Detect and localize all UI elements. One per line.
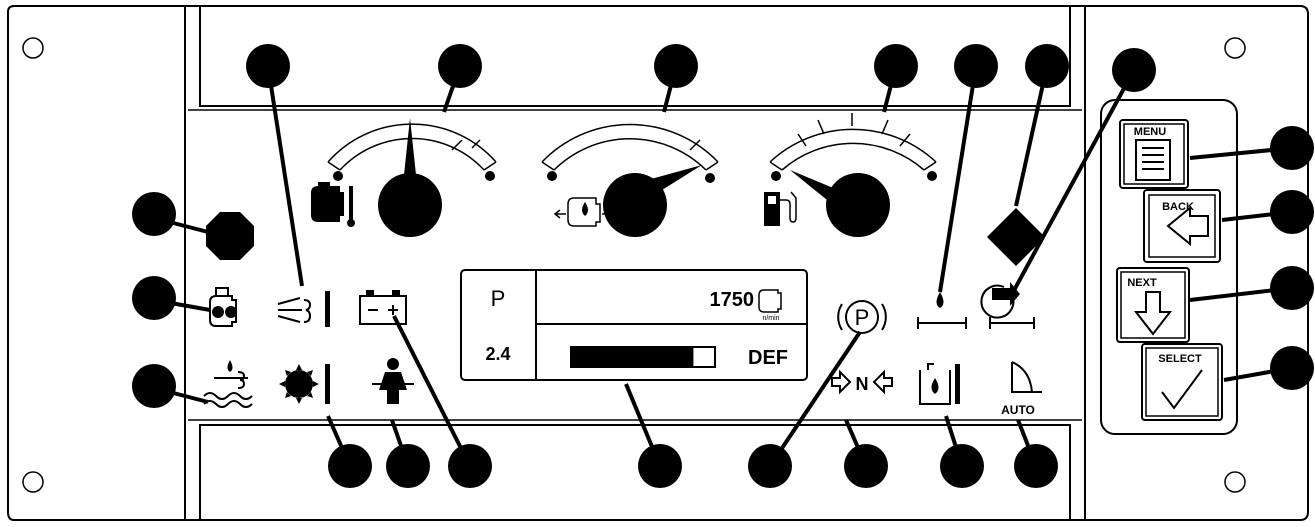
callout-dot [874,44,918,88]
coolant-gauge-hub [378,173,442,237]
callout-dot [1014,444,1058,488]
mount-hole-tl [22,37,44,59]
callout-dot [1270,346,1314,390]
callout-dot [1270,126,1314,170]
callout-dot [1025,44,1069,88]
mount-hole-br [1224,471,1246,493]
air-filter-temp-icon [277,291,330,327]
callout-dot [438,44,482,88]
callout-dot [954,44,998,88]
engine-speed-icon [758,289,782,313]
callout-dot [844,444,888,488]
callout-dot [638,444,682,488]
callout-dot [748,444,792,488]
stop-octagon-icon [206,212,254,260]
oil-gauge-needle [640,165,702,200]
callout-dot [1270,266,1314,310]
engine-speed-value: 1750 [710,289,755,311]
leader-lines [153,65,1293,468]
callout-dot [654,44,698,88]
select-button-label: SELECT [1158,353,1202,365]
callout-dot [132,192,176,236]
callout-dot [1270,190,1314,234]
def-level-bar-fill [571,347,694,367]
auto-brake-icon [1011,361,1042,393]
callout-dot [1112,48,1156,92]
fuel-pump-icon [764,191,797,226]
auto-label: AUTO [1001,403,1035,417]
fuel-gauge [764,113,937,237]
callout-dot [246,44,290,88]
park-brake-label: P [855,305,870,330]
callout-dot [132,364,176,408]
instrument-panel-diagram: .ln { stroke:#000; stroke-width:2; fill:… [7,5,1314,521]
engine-speed-unit: n/min [762,315,779,322]
engine-preheat-icon [209,287,237,327]
gear-indicator: P [491,286,506,311]
fuel-gauge-needle [790,170,838,204]
warning-diamond-icon [987,208,1045,266]
mount-hole-tr [1224,37,1246,59]
fuel-gauge-hub [826,173,890,237]
next-button-label: NEXT [1127,277,1157,289]
callout-dot [132,276,176,320]
back-button-label: BACK [1162,201,1194,213]
neutral-label: N [856,374,869,394]
callout-dot [328,444,372,488]
coolant-temp-gauge [311,118,497,237]
oil-pressure-gauge [541,123,719,237]
battery-icon [359,290,407,325]
engine-restart-icon [980,282,1035,329]
def-label: DEF [748,347,788,369]
water-in-fuel-icon [917,292,967,329]
display-value: 2.4 [485,344,510,364]
hydraulic-oil-temp-icon [919,363,960,405]
engine-temp-icon [311,182,355,227]
coolant-level-icon [203,360,253,408]
coolant-gauge-needle [404,118,416,175]
mount-hole-bl [22,471,44,493]
panel-outline [7,5,1309,521]
seatbelt-icon [372,358,414,404]
callout-dot [448,444,492,488]
callout-dot [940,444,984,488]
callout-dot [386,444,430,488]
hydraulic-temp-icon [279,364,330,404]
menu-button-label: MENU [1134,126,1166,138]
